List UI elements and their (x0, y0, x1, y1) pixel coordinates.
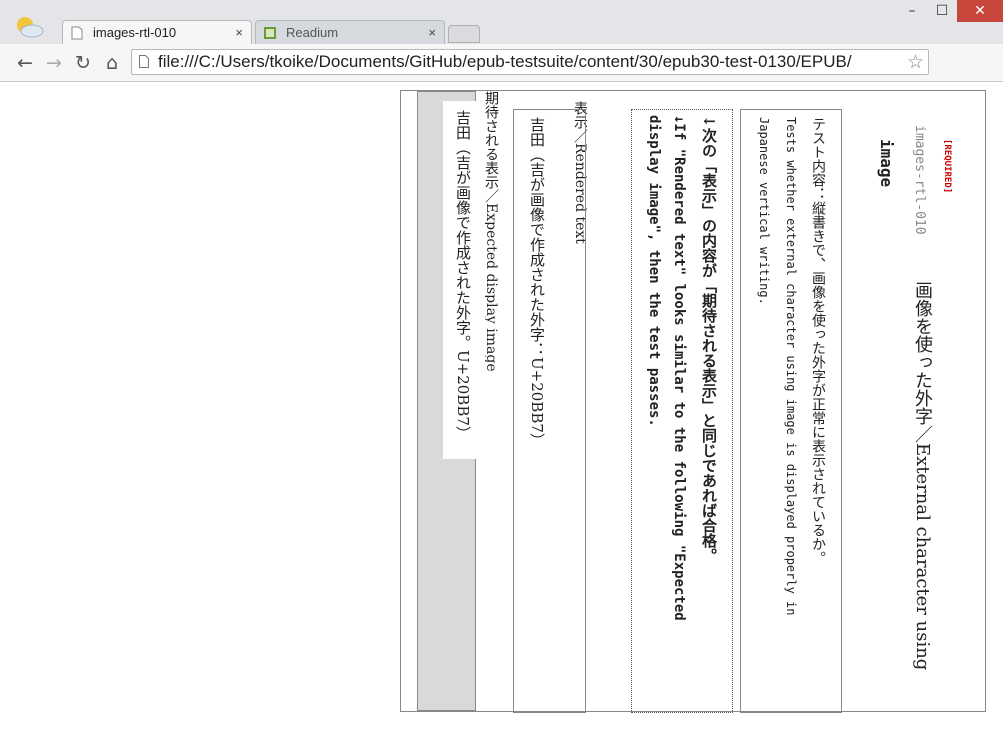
title-bar: images-rtl-010 × Readium × – ☐ ✕ (0, 0, 1003, 44)
window-controls: – ☐ ✕ (897, 0, 1003, 24)
description-ja: テスト内容：縦書きで、画像を使った外字が正常に表示されているか。 (810, 117, 826, 565)
address-bar[interactable]: ☆ (131, 49, 929, 75)
required-badge: [REQUIRED] (942, 139, 952, 194)
instruction-en-line1: ↓If "Rendered text" looks similar to the… (671, 115, 687, 621)
page-title-continuation: image (877, 139, 896, 188)
reload-button[interactable]: ↻ (72, 52, 94, 74)
home-button[interactable]: ⌂ (101, 52, 123, 74)
expected-box: 吉田（吉が画像で作成された外字。U+20BB7） (417, 91, 485, 711)
readium-icon (264, 27, 276, 39)
maximize-button[interactable]: ☐ (927, 0, 957, 22)
page-icon (139, 55, 149, 68)
tab-label: Readium (286, 25, 339, 40)
page-viewport: [REQUIRED] images-rtl-010 画像を使った外字／Exter… (0, 82, 1003, 744)
close-tab-icon[interactable]: × (428, 25, 436, 40)
browser-toolbar: ← → ↻ ⌂ ☆ (0, 44, 1003, 114)
test-id: images-rtl-010 (912, 125, 927, 235)
new-tab-button[interactable] (448, 25, 480, 43)
description-en-line2: Japanese vertical writing. (757, 117, 771, 305)
test-page: [REQUIRED] images-rtl-010 画像を使った外字／Exter… (400, 90, 986, 713)
close-tab-icon[interactable]: × (235, 25, 243, 40)
minimize-button[interactable]: – (897, 0, 927, 22)
description-en-line1: Tests whether external character using i… (784, 117, 798, 616)
url-input[interactable] (158, 52, 898, 72)
close-window-button[interactable]: ✕ (957, 0, 1003, 22)
tab-images-rtl-010[interactable]: images-rtl-010 × (62, 20, 252, 44)
weather-app-icon (17, 17, 44, 38)
instruction-en-line2: display image", then the test passes. (646, 115, 662, 427)
page-icon (71, 26, 83, 40)
page-title: 画像を使った外字／External character using (912, 281, 933, 671)
bookmark-star-icon[interactable]: ☆ (907, 51, 924, 73)
forward-button[interactable]: → (43, 52, 65, 74)
tab-label: images-rtl-010 (93, 25, 177, 40)
back-button[interactable]: ← (14, 52, 36, 74)
expected-image-text: 吉田（吉が画像で作成された外字。U+20BB7） (454, 110, 472, 441)
instruction-ja: ↓次の「表示」の内容が「期待される表示」と同じであれば合格。 (700, 115, 718, 563)
tab-readium[interactable]: Readium × (255, 20, 445, 44)
rendered-box (513, 109, 586, 713)
rendered-text: 吉田（吉が画像で作成された外字：U+20BB7） (528, 117, 546, 448)
